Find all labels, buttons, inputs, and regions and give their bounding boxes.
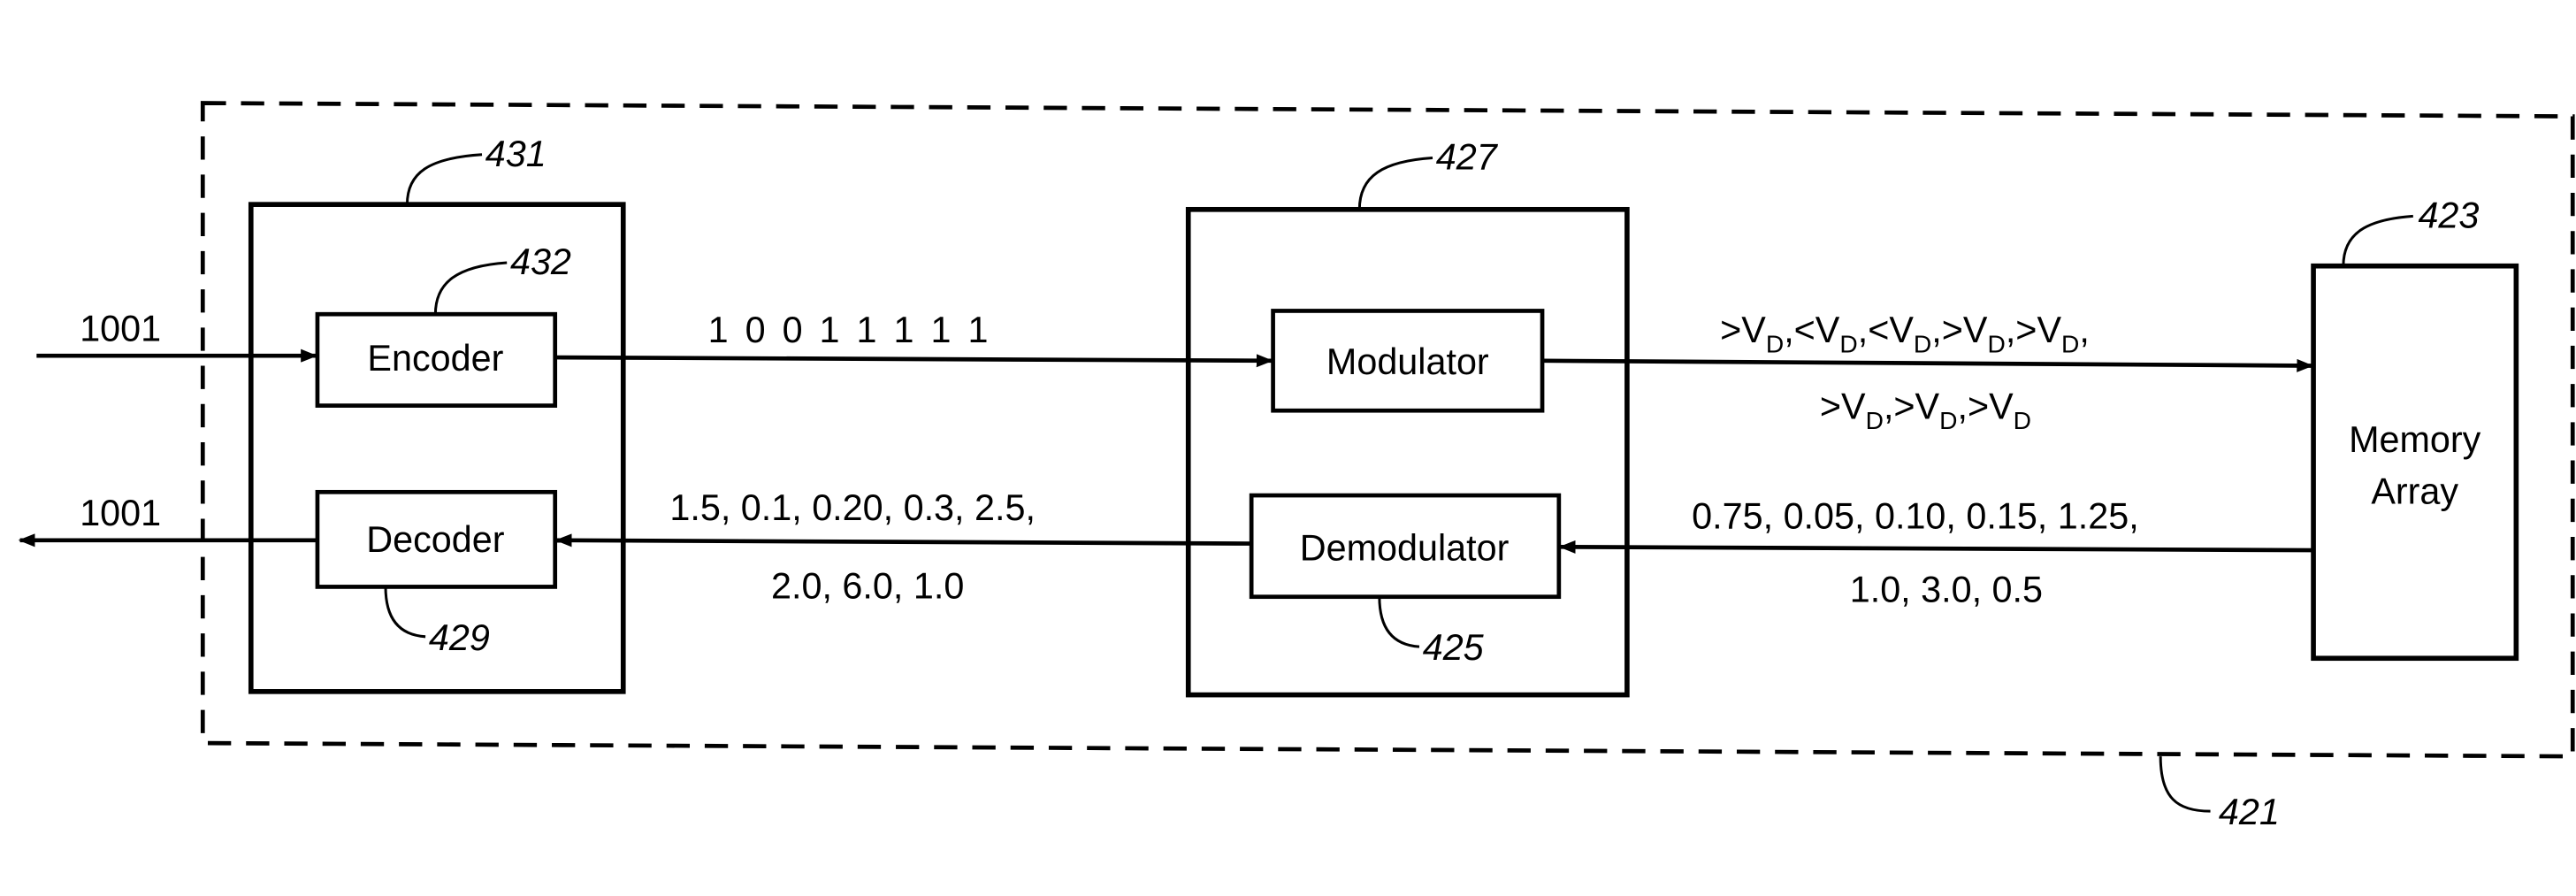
modulated-signal-arrow bbox=[1542, 358, 2314, 372]
demod-values-label-line2: 2.0, 6.0, 1.0 bbox=[771, 566, 964, 607]
read-values-label-line1: 0.75, 0.05, 0.10, 0.15, 1.25, bbox=[1692, 496, 2139, 537]
modulated-signal-label-line2: >VD,>VD,>VD bbox=[1820, 387, 2031, 434]
modulator-label: Modulator bbox=[1326, 341, 1489, 382]
ref-425: 425 bbox=[1423, 627, 1485, 668]
ref-431: 431 bbox=[485, 134, 547, 174]
leader-423 bbox=[2342, 214, 2413, 266]
output-data-label: 1001 bbox=[80, 493, 161, 533]
memory-array-label-line2: Array bbox=[2371, 471, 2458, 511]
decoder-label: Decoder bbox=[366, 519, 504, 560]
leader-431 bbox=[405, 153, 483, 205]
demod-values-arrow bbox=[554, 533, 1252, 548]
leader-421 bbox=[2159, 756, 2211, 813]
encoder-label: Encoder bbox=[367, 338, 503, 379]
memory-array-block[interactable] bbox=[2311, 263, 2519, 662]
encoded-bits-arrow bbox=[554, 354, 1273, 368]
input-data-label: 1001 bbox=[80, 308, 161, 348]
block-diagram: 421 431 Encoder 432 Decoder 429 427 Modu… bbox=[18, 101, 2575, 832]
ref-421: 421 bbox=[2219, 792, 2280, 832]
modem-block[interactable] bbox=[1185, 206, 1630, 698]
ref-429: 429 bbox=[429, 617, 490, 658]
leader-427 bbox=[1357, 157, 1433, 210]
demod-values-label-line1: 1.5, 0.1, 0.20, 0.3, 2.5, bbox=[669, 487, 1036, 528]
read-values-label-line2: 1.0, 3.0, 0.5 bbox=[1850, 569, 2043, 609]
demodulator-label: Demodulator bbox=[1300, 527, 1510, 568]
ref-423: 423 bbox=[2418, 195, 2479, 235]
ref-432: 432 bbox=[510, 241, 571, 282]
encoded-bits-label: 1 0 0 1 1 1 1 1 bbox=[708, 310, 992, 350]
memory-array-label-line1: Memory bbox=[2349, 419, 2481, 460]
read-values-arrow bbox=[1558, 540, 2314, 554]
ref-427: 427 bbox=[1436, 137, 1499, 178]
modulated-signal-label-line1: >VD,<VD,<VD,>VD,>VD, bbox=[1720, 310, 2090, 357]
